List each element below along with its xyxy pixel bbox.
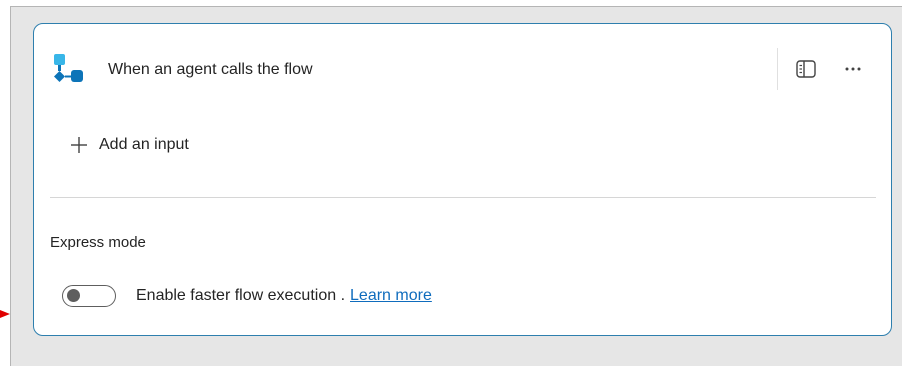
add-input-label: Add an input	[99, 136, 189, 153]
trigger-card[interactable]: When an agent calls the flow Add an inpu…	[33, 23, 892, 336]
express-mode-row: Enable faster flow execution . Learn mor…	[62, 284, 432, 308]
pointer-arrow-icon	[0, 310, 10, 318]
card-title: When an agent calls the flow	[108, 61, 313, 78]
add-input-button[interactable]: Add an input	[69, 131, 189, 159]
section-divider	[50, 197, 876, 198]
card-header: When an agent calls the flow	[34, 48, 891, 96]
plus-icon	[69, 135, 89, 155]
express-mode-heading: Express mode	[50, 234, 146, 251]
express-mode-toggle-label: Enable faster flow execution .	[136, 287, 346, 304]
express-mode-toggle[interactable]	[62, 285, 116, 307]
side-panel-icon[interactable]	[793, 56, 819, 82]
more-options-icon[interactable]	[840, 56, 866, 82]
header-divider	[777, 48, 778, 90]
agent-flow-trigger-icon	[50, 50, 90, 90]
toggle-knob	[67, 289, 80, 302]
learn-more-link[interactable]: Learn more	[350, 287, 432, 305]
